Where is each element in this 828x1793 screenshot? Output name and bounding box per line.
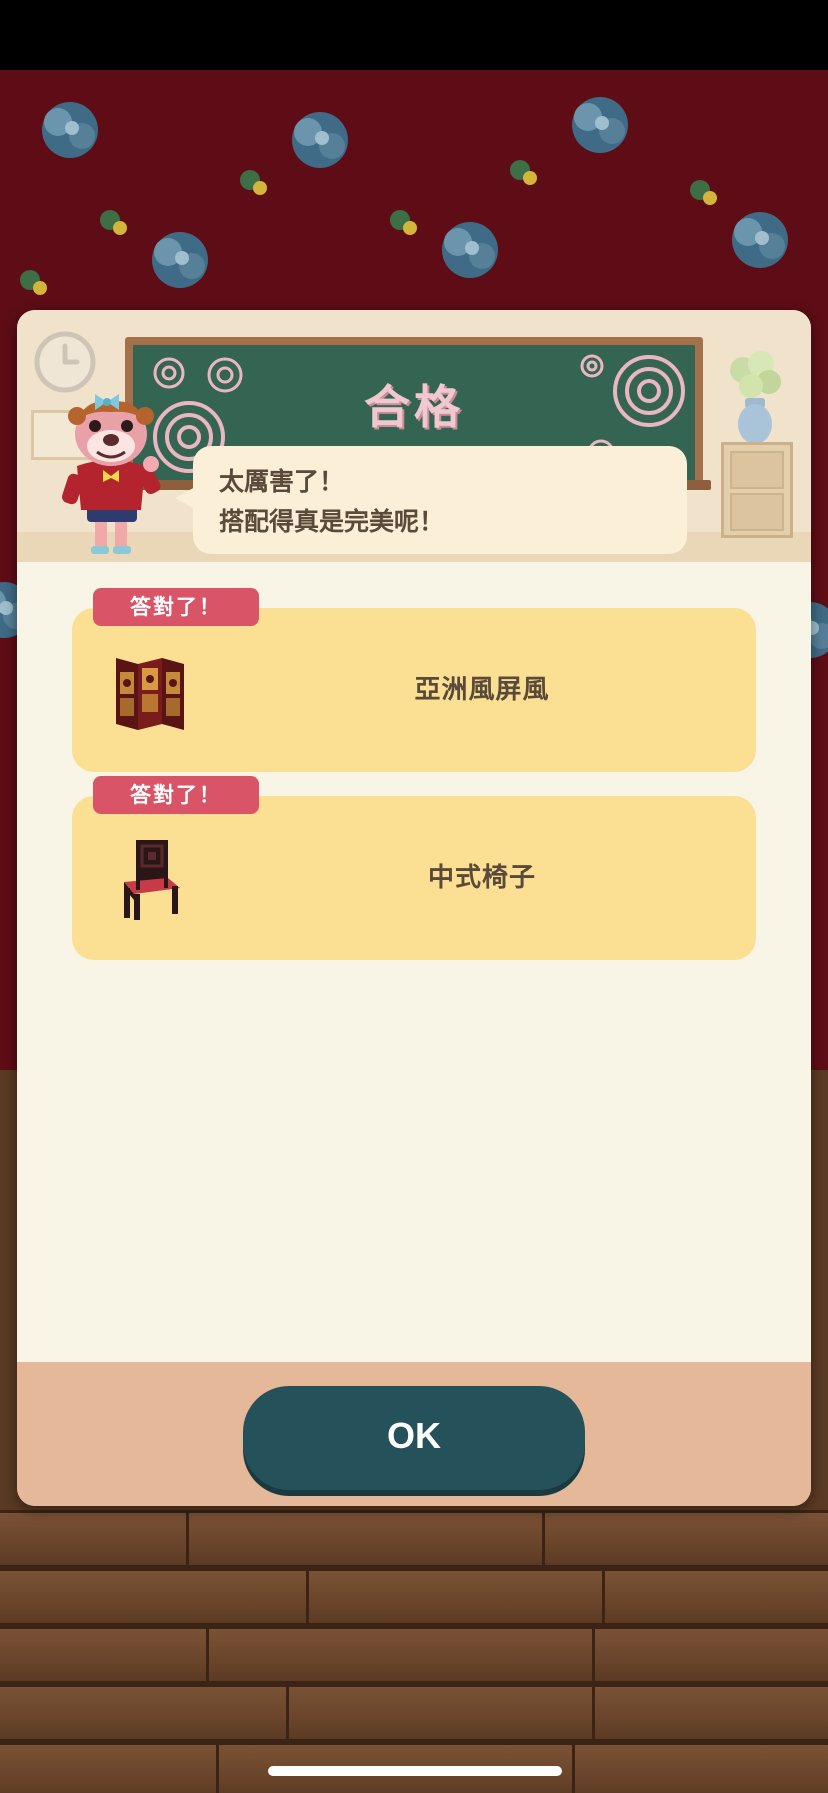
result-card: 中式椅子 bbox=[72, 796, 756, 960]
correct-badge: 答對了！ bbox=[93, 588, 259, 626]
chinese-chair-icon bbox=[124, 840, 180, 920]
flower-vase-icon bbox=[730, 351, 781, 444]
dialog-header-scene: 合格 太厲害了！ 搭配得真是完美呢！ bbox=[17, 310, 811, 562]
result-title: 合格 bbox=[364, 380, 464, 434]
speech-message-line-1: 太厲害了！ bbox=[219, 467, 345, 496]
villager-character-avatar bbox=[62, 394, 161, 554]
dialog-footer: OK bbox=[17, 1362, 811, 1506]
home-indicator[interactable] bbox=[268, 1766, 562, 1776]
folding-screen-icon bbox=[116, 658, 184, 730]
speech-message-line-2: 搭配得真是完美呢！ bbox=[219, 507, 445, 536]
status-bar-area bbox=[0, 0, 828, 70]
clock-icon bbox=[34, 331, 96, 393]
correct-badge: 答對了！ bbox=[93, 776, 259, 814]
result-dialog: 合格 太厲害了！ 搭配得真是完美呢！ 亞洲風屏風 答對了！ 中式椅子 答對了！ … bbox=[17, 310, 811, 1506]
item-name: 亞洲風屏風 bbox=[414, 675, 550, 705]
speech-bubble: 太厲害了！ 搭配得真是完美呢！ bbox=[193, 446, 687, 554]
cabinet-decoration bbox=[721, 442, 793, 538]
ok-button[interactable]: OK bbox=[243, 1386, 585, 1490]
result-card: 亞洲風屏風 bbox=[72, 608, 756, 772]
item-name: 中式椅子 bbox=[427, 863, 536, 893]
